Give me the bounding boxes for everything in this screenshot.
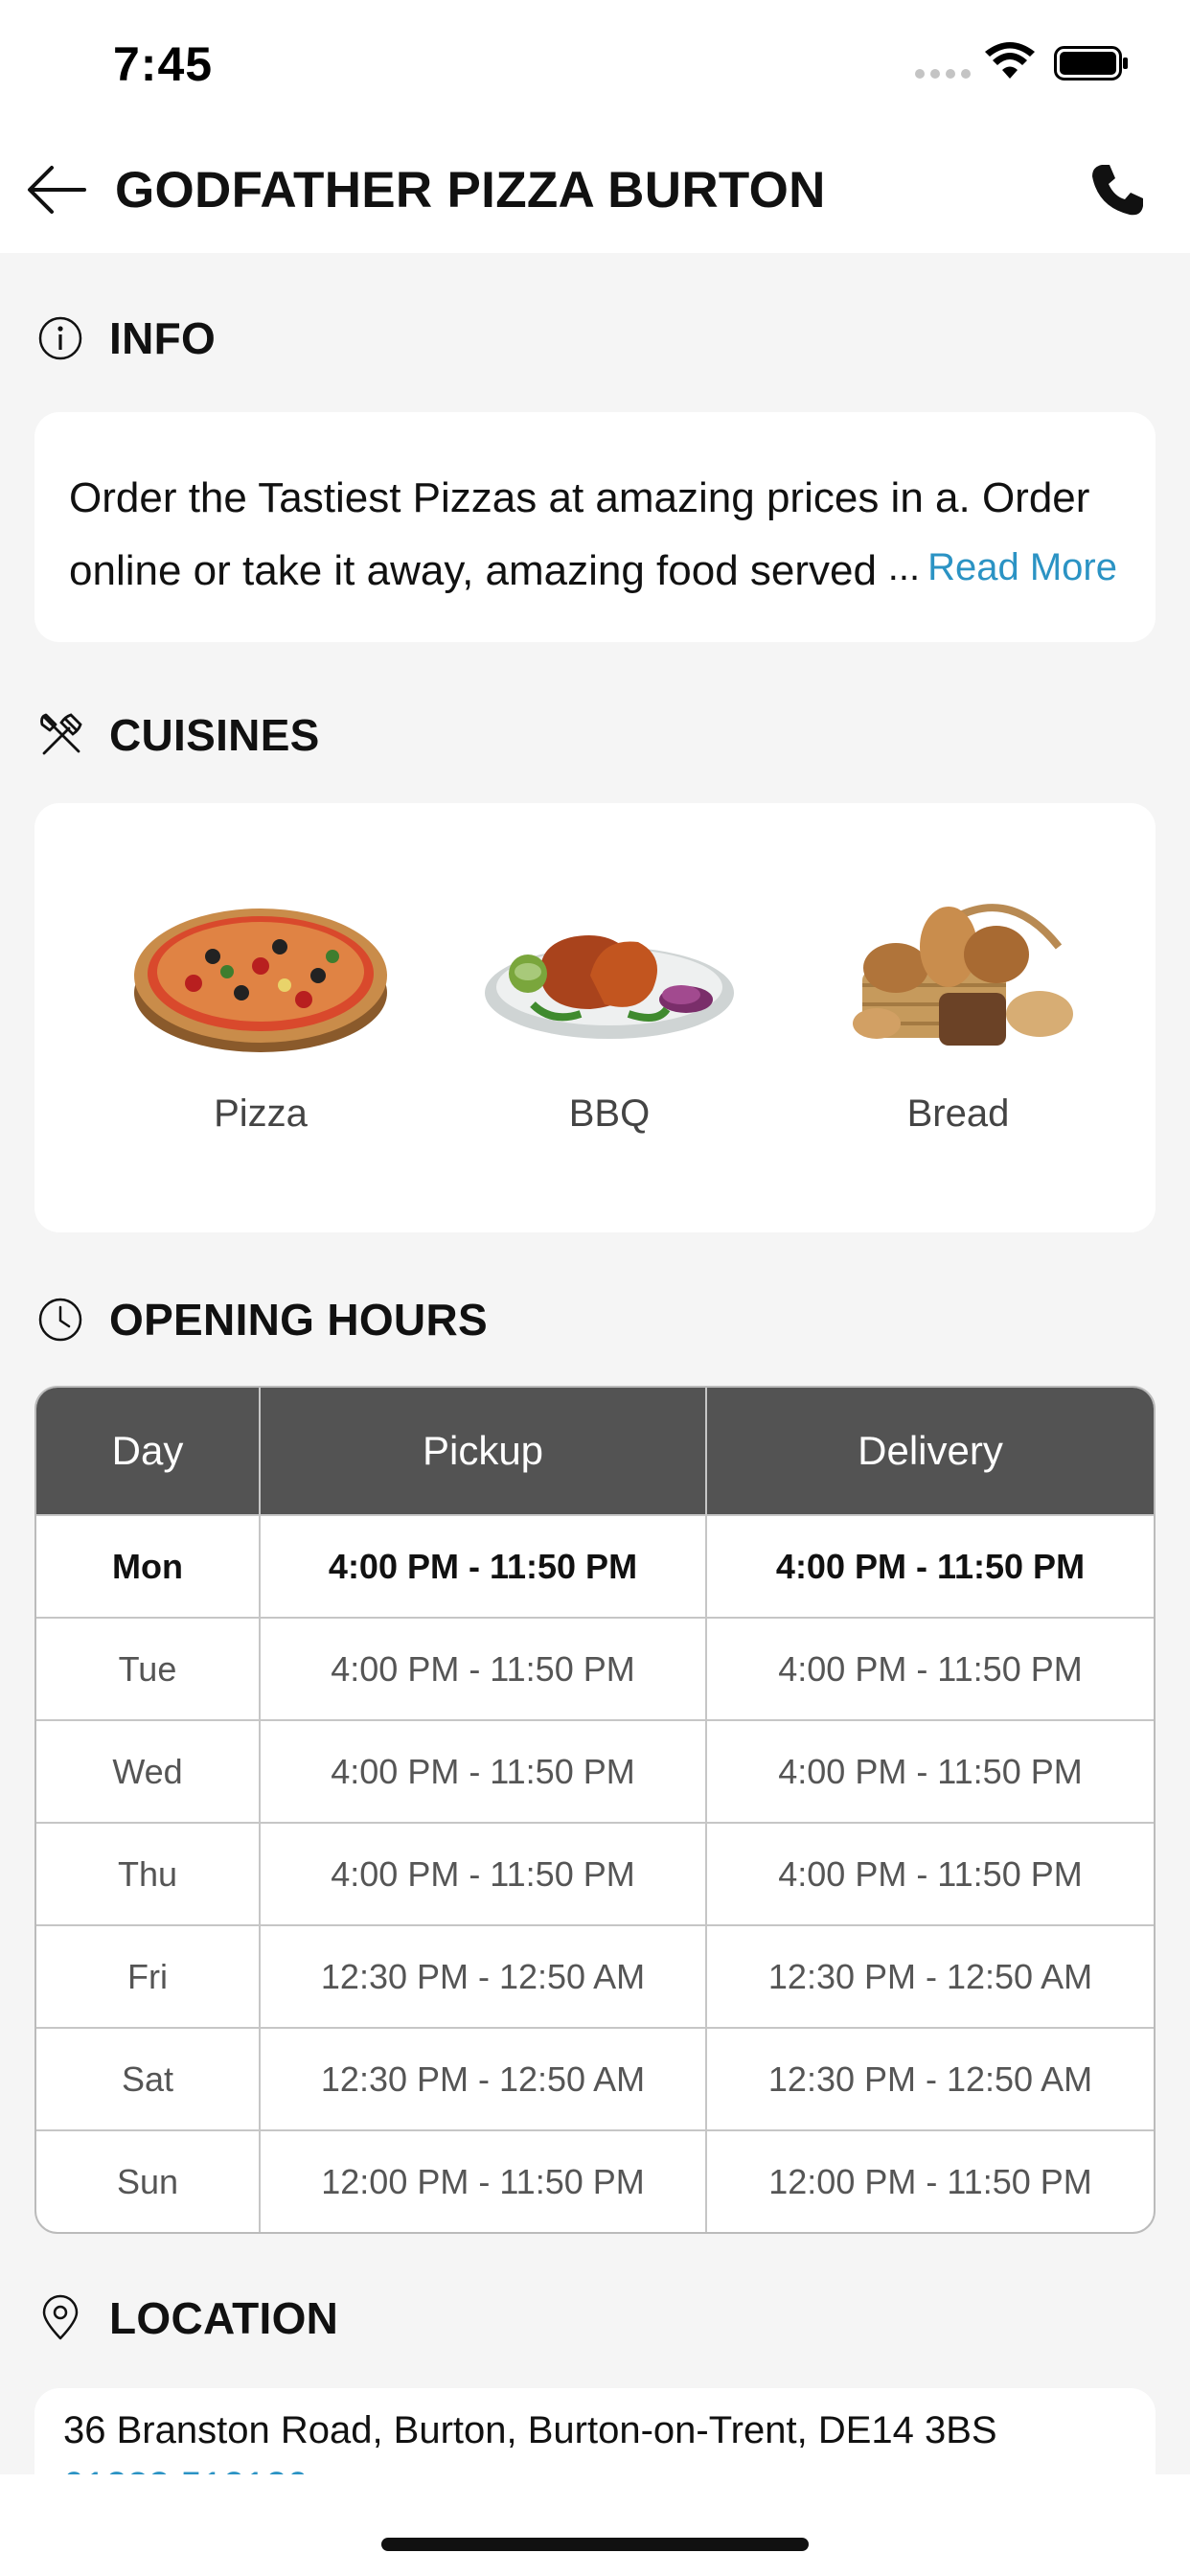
day-cell: Wed [36, 1721, 261, 1822]
read-more-label[interactable]: Read More [927, 546, 1117, 588]
cuisine-label-pizza: Pizza [214, 1092, 308, 1135]
pickup-cell: 4:00 PM - 11:50 PM [261, 1516, 707, 1617]
cuisines-title: CUISINES [109, 710, 320, 760]
delivery-cell: 4:00 PM - 11:50 PM [778, 1853, 1083, 1894]
pickup-cell: 4:00 PM - 11:50 PM [261, 1721, 707, 1822]
back-arrow-icon[interactable] [27, 165, 86, 215]
cuisines-card: Pizza BBQ Bread [34, 803, 1156, 1232]
pickup-cell: 12:30 PM - 12:50 AM [261, 1926, 707, 2027]
bbq-image [485, 935, 734, 1039]
cuisine-item-bbq[interactable]: BBQ [466, 880, 753, 1136]
table-row: Thu 4:00 PM - 11:50 PM 4:00 PM - 11:50 P… [36, 1822, 1154, 1924]
ellipsis: ... [887, 546, 921, 588]
status-time: 7:45 [113, 37, 214, 91]
info-title: INFO [109, 313, 217, 363]
table-row: Sat 12:30 PM - 12:50 AM 12:30 PM - 12:50… [36, 2027, 1154, 2129]
location-title: LOCATION [109, 2293, 339, 2343]
day-cell: Sat [36, 2029, 261, 2129]
table-row: Wed 4:00 PM - 11:50 PM 4:00 PM - 11:50 P… [36, 1719, 1154, 1822]
info-card: Order the Tastiest Pizzas at amazing pri… [34, 412, 1156, 642]
cuisine-label-bbq: BBQ [568, 1092, 651, 1135]
app-header: GODFATHER PIZZA BURTON [0, 125, 1190, 253]
pizza-image [134, 908, 387, 1052]
opening-hours-section-heading: OPENING HOURS [36, 1294, 488, 1346]
bread-image [853, 904, 1073, 1046]
cuisines-section-heading: CUISINES [36, 709, 320, 761]
column-header-pickup: Pickup [261, 1388, 707, 1514]
table-row: Sun 12:00 PM - 11:50 PM 12:00 PM - 11:50… [36, 2129, 1154, 2232]
opening-hours-table: Day Pickup Delivery Mon 4:00 PM - 11:50 … [34, 1386, 1156, 2234]
table-row: Tue 4:00 PM - 11:50 PM 4:00 PM - 11:50 P… [36, 1617, 1154, 1719]
delivery-cell: 12:30 PM - 12:50 AM [767, 2058, 1093, 2099]
delivery-cell: 12:30 PM - 12:50 AM [767, 1956, 1093, 1996]
table-header: Day Pickup Delivery [36, 1388, 1154, 1514]
page-title: GODFATHER PIZZA BURTON [115, 162, 826, 218]
cutlery-icon [40, 713, 82, 755]
battery-icon [1054, 46, 1128, 80]
restaurant-info-screen: 7:45 GODFATHER PIZZA BURTON INFO Order t… [0, 0, 1190, 2576]
day-cell: Sun [36, 2131, 261, 2232]
pickup-cell: 12:00 PM - 11:50 PM [261, 2131, 707, 2232]
address-text: 36 Branston Road, Burton, Burton-on-Tren… [63, 2409, 997, 2451]
location-pin-icon [42, 2294, 79, 2340]
cuisine-item-pizza[interactable]: Pizza [117, 880, 404, 1136]
wifi-icon [985, 42, 1035, 79]
cuisine-item-bread[interactable]: Bread [814, 880, 1102, 1136]
table-row: Fri 12:30 PM - 12:50 AM 12:30 PM - 12:50… [36, 1924, 1154, 2027]
delivery-cell: 4:00 PM - 11:50 PM [775, 1546, 1086, 1586]
home-indicator[interactable] [381, 2538, 809, 2551]
delivery-cell: 4:00 PM - 11:50 PM [778, 1648, 1083, 1689]
delivery-cell: 4:00 PM - 11:50 PM [778, 1751, 1083, 1791]
day-cell: Fri [36, 1926, 261, 2027]
phone-icon[interactable] [1088, 161, 1146, 218]
bottom-safe-area [0, 2474, 1190, 2576]
cuisine-label-bread: Bread [906, 1092, 1010, 1135]
table-row: Mon 4:00 PM - 11:50 PM 4:00 PM - 11:50 P… [36, 1514, 1154, 1617]
opening-hours-title: OPENING HOURS [109, 1295, 488, 1345]
column-header-day: Day [36, 1388, 261, 1514]
column-header-delivery: Delivery [858, 1428, 1003, 1473]
day-cell: Mon [36, 1516, 261, 1617]
pickup-cell: 4:00 PM - 11:50 PM [261, 1619, 707, 1719]
pickup-cell: 4:00 PM - 11:50 PM [261, 1824, 707, 1924]
clock-icon [38, 1298, 82, 1342]
info-section-heading: INFO [36, 312, 216, 364]
location-section-heading: LOCATION [36, 2292, 338, 2344]
cellular-signal-icon [915, 69, 971, 79]
status-bar: 7:45 [0, 0, 1190, 125]
delivery-cell: 12:00 PM - 11:50 PM [768, 2161, 1092, 2201]
day-cell: Thu [36, 1824, 261, 1924]
day-cell: Tue [36, 1619, 261, 1719]
info-icon [38, 316, 82, 360]
pickup-cell: 12:30 PM - 12:50 AM [261, 2029, 707, 2129]
read-more-link[interactable]: ... Read More [888, 546, 1117, 589]
